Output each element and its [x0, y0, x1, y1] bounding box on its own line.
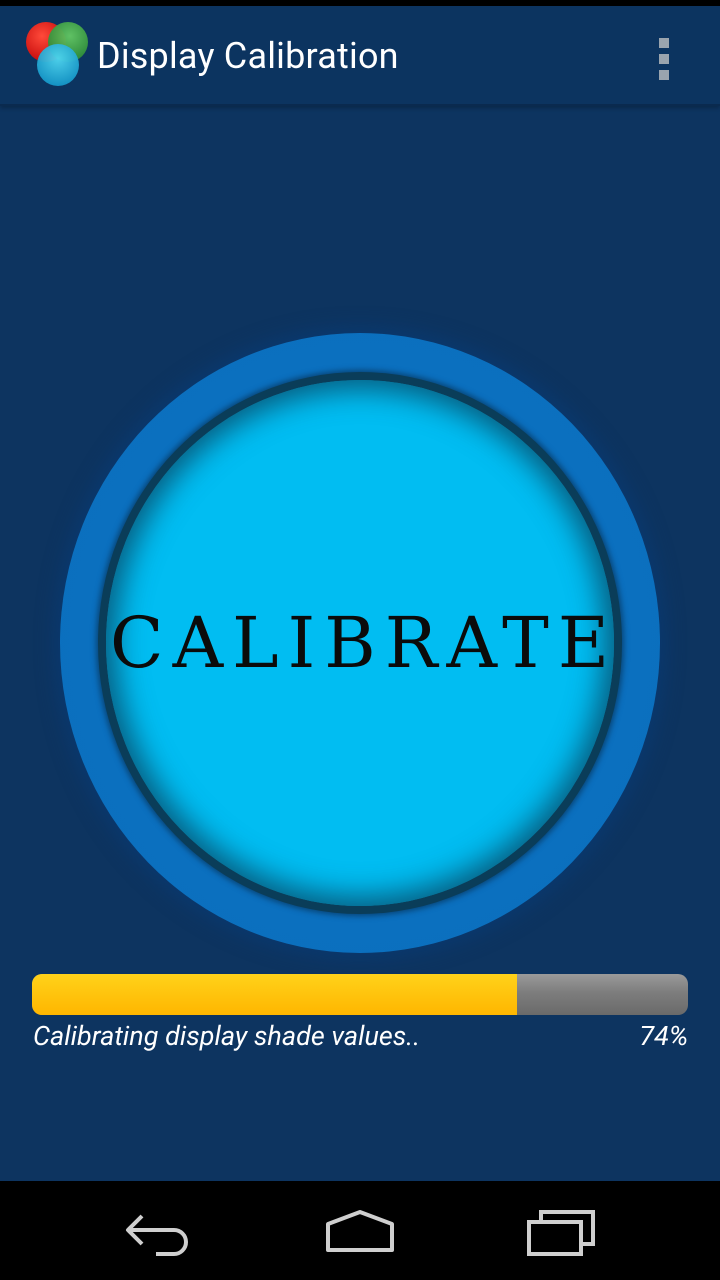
progress-bar [32, 974, 688, 1015]
overflow-menu-icon[interactable] [644, 30, 684, 88]
action-bar: Display Calibration [0, 6, 720, 106]
calibrate-button-face[interactable]: CALIBRATE [98, 372, 622, 914]
app-title: Display Calibration [97, 35, 399, 77]
progress-status-text: Calibrating display shade values.. [33, 1020, 421, 1052]
calibrate-button[interactable]: CALIBRATE [60, 333, 660, 953]
progress-percent: 74% [639, 1020, 688, 1052]
progress-fill [32, 974, 518, 1015]
back-icon[interactable] [105, 1201, 215, 1261]
calibrate-label: CALIBRATE [110, 602, 618, 684]
home-icon[interactable] [305, 1201, 415, 1261]
recents-icon[interactable] [506, 1201, 616, 1261]
app-logo-icon [24, 20, 92, 90]
navigation-bar [0, 1181, 720, 1280]
